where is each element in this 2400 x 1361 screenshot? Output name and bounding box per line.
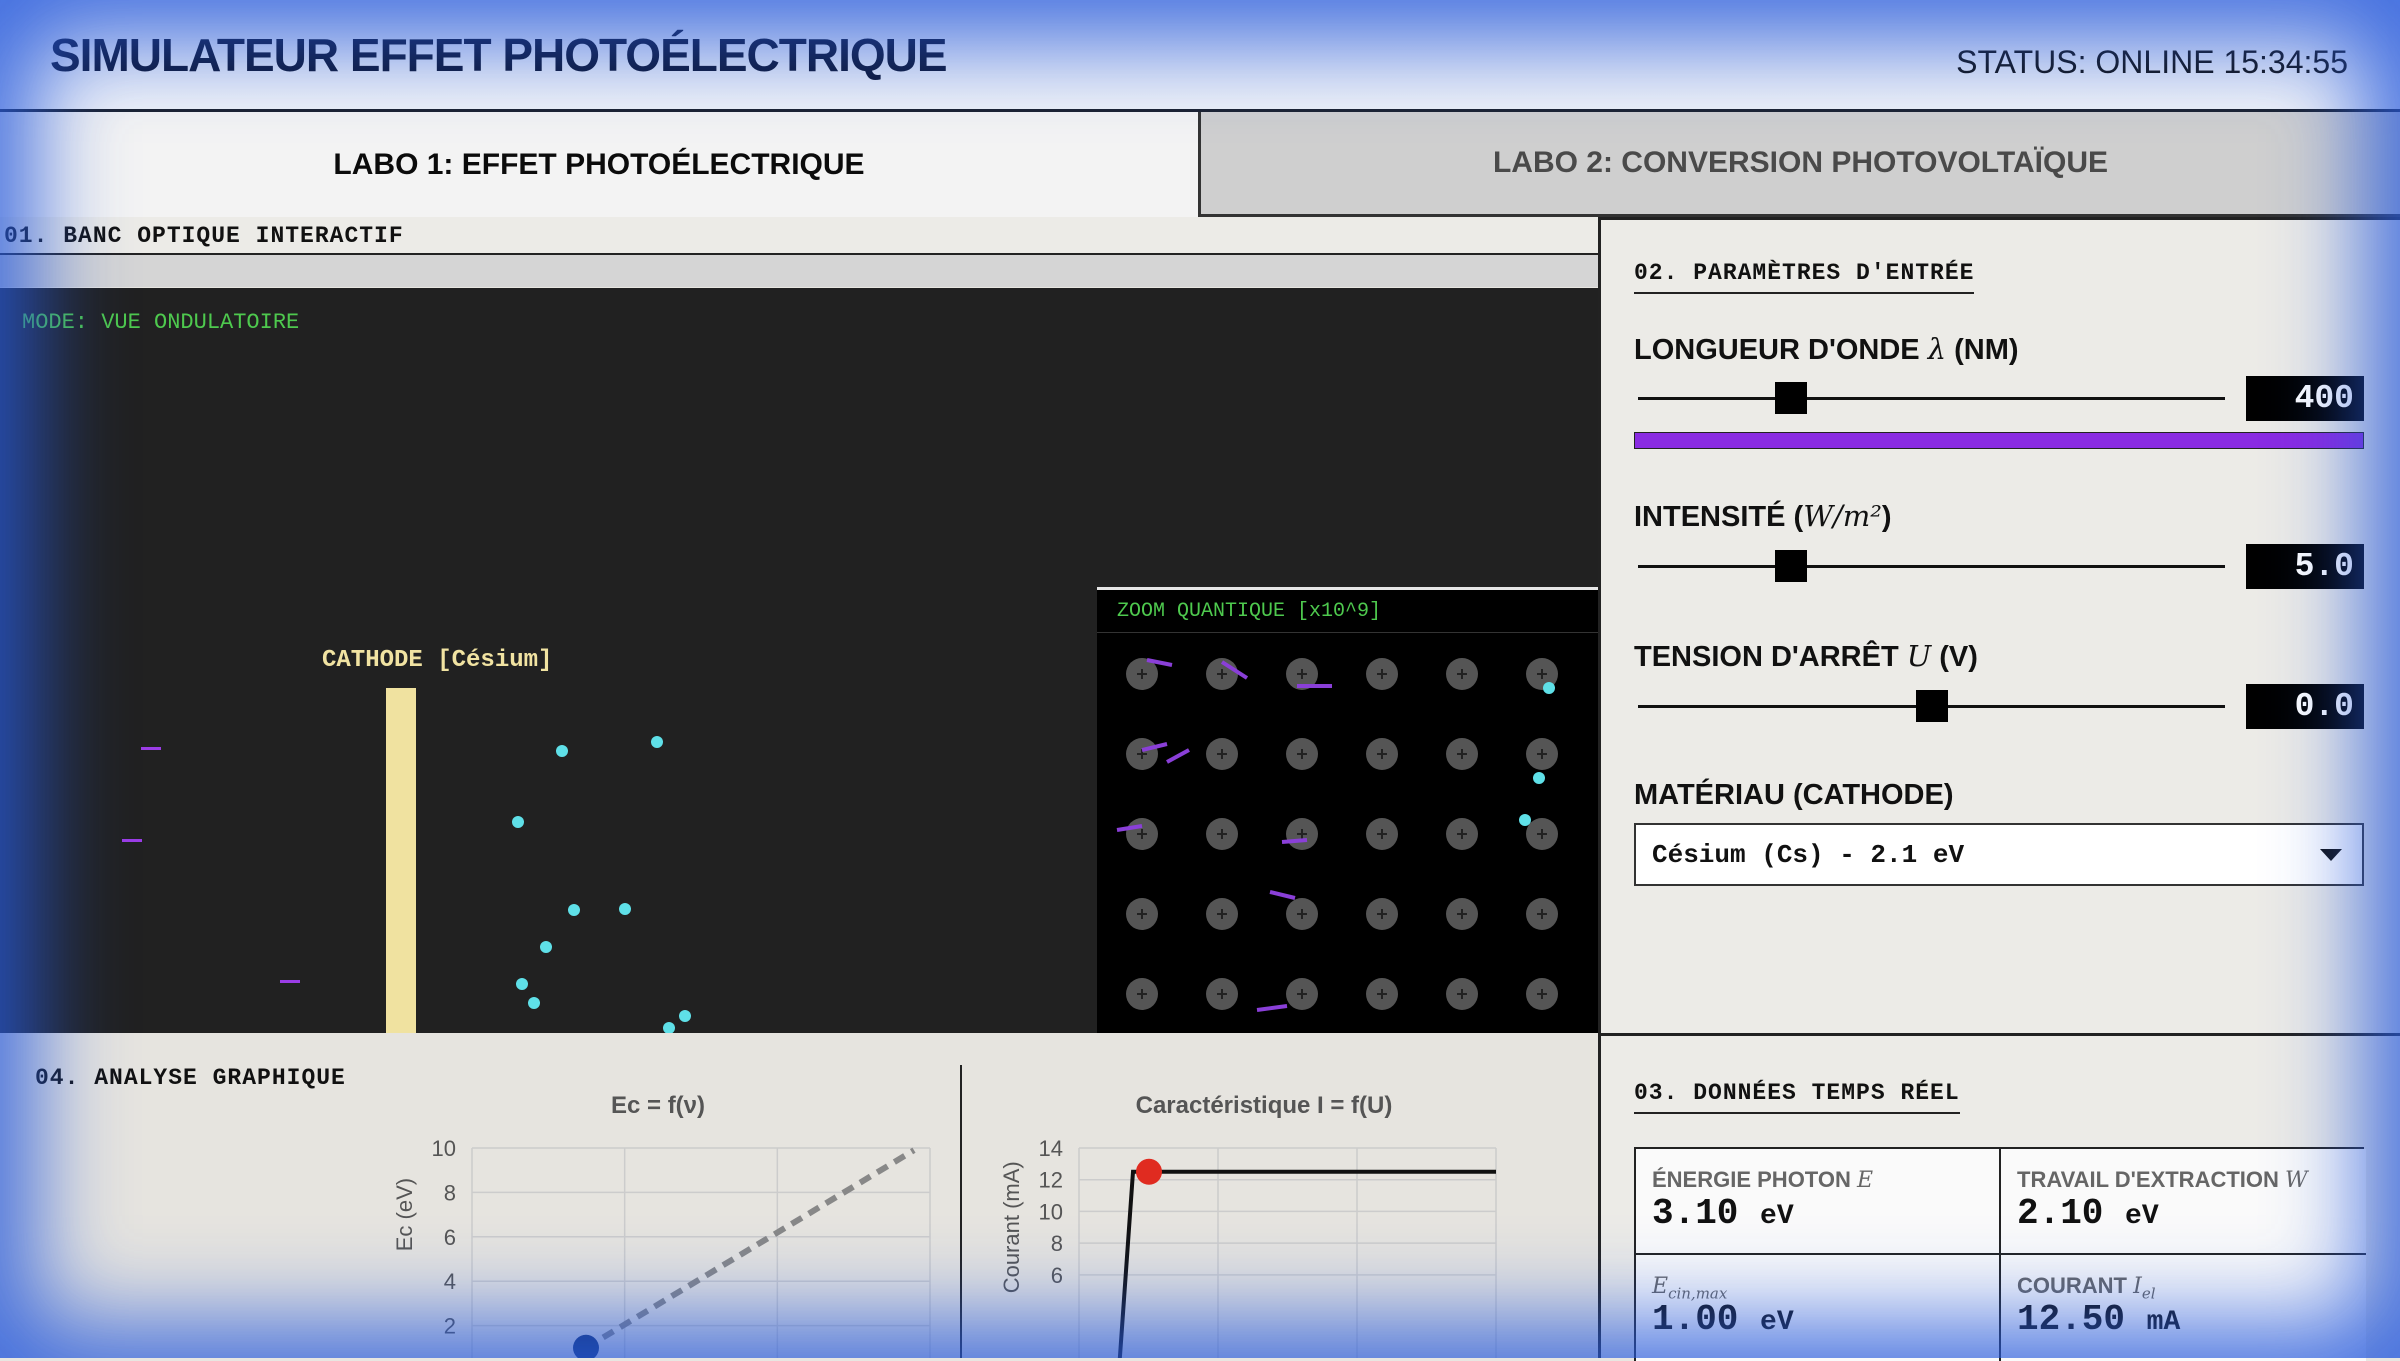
photon-trace [1281,838,1308,844]
realtime-data-grid: ÉNERGIE PHOTON E 3.10 eV TRAVAIL D'EXTRA… [1634,1147,2366,1361]
stop-voltage-label: TENSION D'ARRÊT U (V) [1634,639,1978,673]
electron [516,978,528,990]
cathode-label: CATHODE [Césium] [322,647,552,674]
bench-section-title: 01. BANC OPTIQUE INTERACTIF [4,223,404,249]
photon-trace [1166,748,1190,764]
tick-label: 6 [1051,1263,1063,1288]
wavelength-value[interactable]: 400 [2246,376,2364,421]
tick-label: 10 [1039,1199,1063,1224]
realtime-section-title: 03. DONNÉES TEMPS RÉEL [1634,1080,1960,1114]
wavelength-slider[interactable] [1638,378,2225,418]
cathode-plate [386,688,416,1033]
stop-voltage-value[interactable]: 0.0 [2246,684,2364,729]
work-function-cell: TRAVAIL D'EXTRACTION W 2.10 eV [2001,1149,2366,1255]
chart-title: Ec = f(ν) [611,1092,705,1119]
parameters-panel: 02. PARAMÈTRES D'ENTRÉE LONGUEUR D'ONDE … [1598,217,2400,1033]
app-header: SIMULATEUR EFFET PHOTOÉLECTRIQUE STATUS:… [0,0,2400,112]
slider-track [1638,565,2225,568]
spectrum-color-bar [1634,432,2364,449]
electron [619,903,631,915]
slider-track [1638,397,2225,400]
tab-bar: LABO 1: EFFET PHOTOÉLECTRIQUE LABO 2: CO… [0,112,2400,217]
photon-trace [1256,1004,1288,1012]
photon-energy-cell: ÉNERGIE PHOTON E 3.10 eV [1636,1149,2001,1255]
material-label: MATÉRIAU (CATHODE) [1634,779,1954,811]
stop-voltage-slider[interactable] [1638,686,2225,726]
bench-section-header: 01. BANC OPTIQUE INTERACTIF [0,217,1598,255]
photon [280,980,300,983]
axis-label: Courant (mA) [999,1161,1024,1293]
graph-analysis-panel: 04. ANALYSE GRAPHIQUE Ec = f(ν) 2 4 6 8 10 Ec … [0,1033,1598,1358]
electron [568,904,580,916]
tick-label: 12 [1039,1168,1063,1193]
material-select[interactable]: Césium (Cs) - 2.1 eV [1634,823,2364,886]
cell-label: COURANT Iel [2017,1273,2156,1303]
slider-thumb[interactable] [1915,690,1948,722]
chart-title: Caractéristique I = f(U) [1136,1092,1393,1119]
electron [1533,772,1545,784]
tick-label: 14 [1039,1136,1063,1161]
tick-label: 8 [444,1180,456,1205]
intensity-value[interactable]: 5.0 [2246,544,2364,589]
slider-thumb[interactable] [1774,550,1807,582]
bench-toolbar-strip [0,255,1598,287]
tab-labo-2[interactable]: LABO 2: CONVERSION PHOTOVOLTAÏQUE [1198,112,2400,217]
chevron-down-icon [2320,849,2342,861]
cell-label: Ecin,max [1652,1274,1728,1303]
cell-value: 3.10 eV [1652,1193,1794,1234]
tick-label: 8 [1051,1231,1063,1256]
current-vs-voltage-chart: Caractéristique I = f(U) 6 8 10 12 14 Courant … [999,1092,1497,1358]
photon [141,747,161,750]
tab-labo-1[interactable]: LABO 1: EFFET PHOTOÉLECTRIQUE [0,112,1198,217]
slider-thumb[interactable] [1774,382,1807,414]
ec-vs-frequency-chart: Ec = f(ν) 2 4 6 8 10 Ec (eV) [392,1092,931,1358]
tick-label: 6 [444,1225,456,1250]
electron [512,816,524,828]
electron [663,1022,675,1033]
axis-label: Ec (eV) [392,1178,417,1251]
realtime-data-panel: 03. DONNÉES TEMPS RÉEL ÉNERGIE PHOTON E … [1598,1033,2400,1361]
electron [1519,814,1531,826]
kinetic-energy-cell: Ecin,max 1.00 eV [1636,1255,2001,1361]
intensity-slider[interactable] [1638,546,2225,586]
status-indicator: STATUS: ONLINE 15:34:55 [1956,44,2348,80]
intensity-label: INTENSITÉ (W/m²) [1634,499,1892,533]
cell-value: 2.10 eV [2017,1193,2159,1234]
data-point [1136,1158,1162,1185]
cell-label: TRAVAIL D'EXTRACTION W [2017,1167,2308,1193]
material-selected-value: Césium (Cs) - 2.1 eV [1652,840,1965,870]
electron [528,997,540,1009]
electron [556,745,568,757]
tick-label: 4 [444,1269,456,1294]
electron [1543,682,1555,694]
zoom-lattice [1116,658,1558,1087]
data-point [573,1334,599,1358]
wavelength-label: LONGUEUR D'ONDE λ (NM) [1634,332,2019,366]
cell-value: 12.50 mA [2017,1299,2181,1340]
electron [679,1010,691,1022]
electron [540,941,552,953]
app-title: SIMULATEUR EFFET PHOTOÉLECTRIQUE [50,29,948,81]
photon [122,839,142,842]
tick-label: 10 [432,1136,456,1161]
photon-trace [1269,890,1296,900]
series-line [1117,1169,1496,1358]
electron [651,736,663,748]
series-line [584,1147,916,1351]
cell-value: 1.00 eV [1652,1299,1794,1340]
quantum-zoom-panel: ZOOM QUANTIQUE [x10^9] [1097,587,1598,1087]
cell-label: ÉNERGIE PHOTON E [1652,1167,1874,1193]
params-section-title: 02. PARAMÈTRES D'ENTRÉE [1634,260,1975,294]
current-cell: COURANT Iel 12.50 mA [2001,1255,2366,1361]
tick-label: 2 [444,1314,456,1339]
